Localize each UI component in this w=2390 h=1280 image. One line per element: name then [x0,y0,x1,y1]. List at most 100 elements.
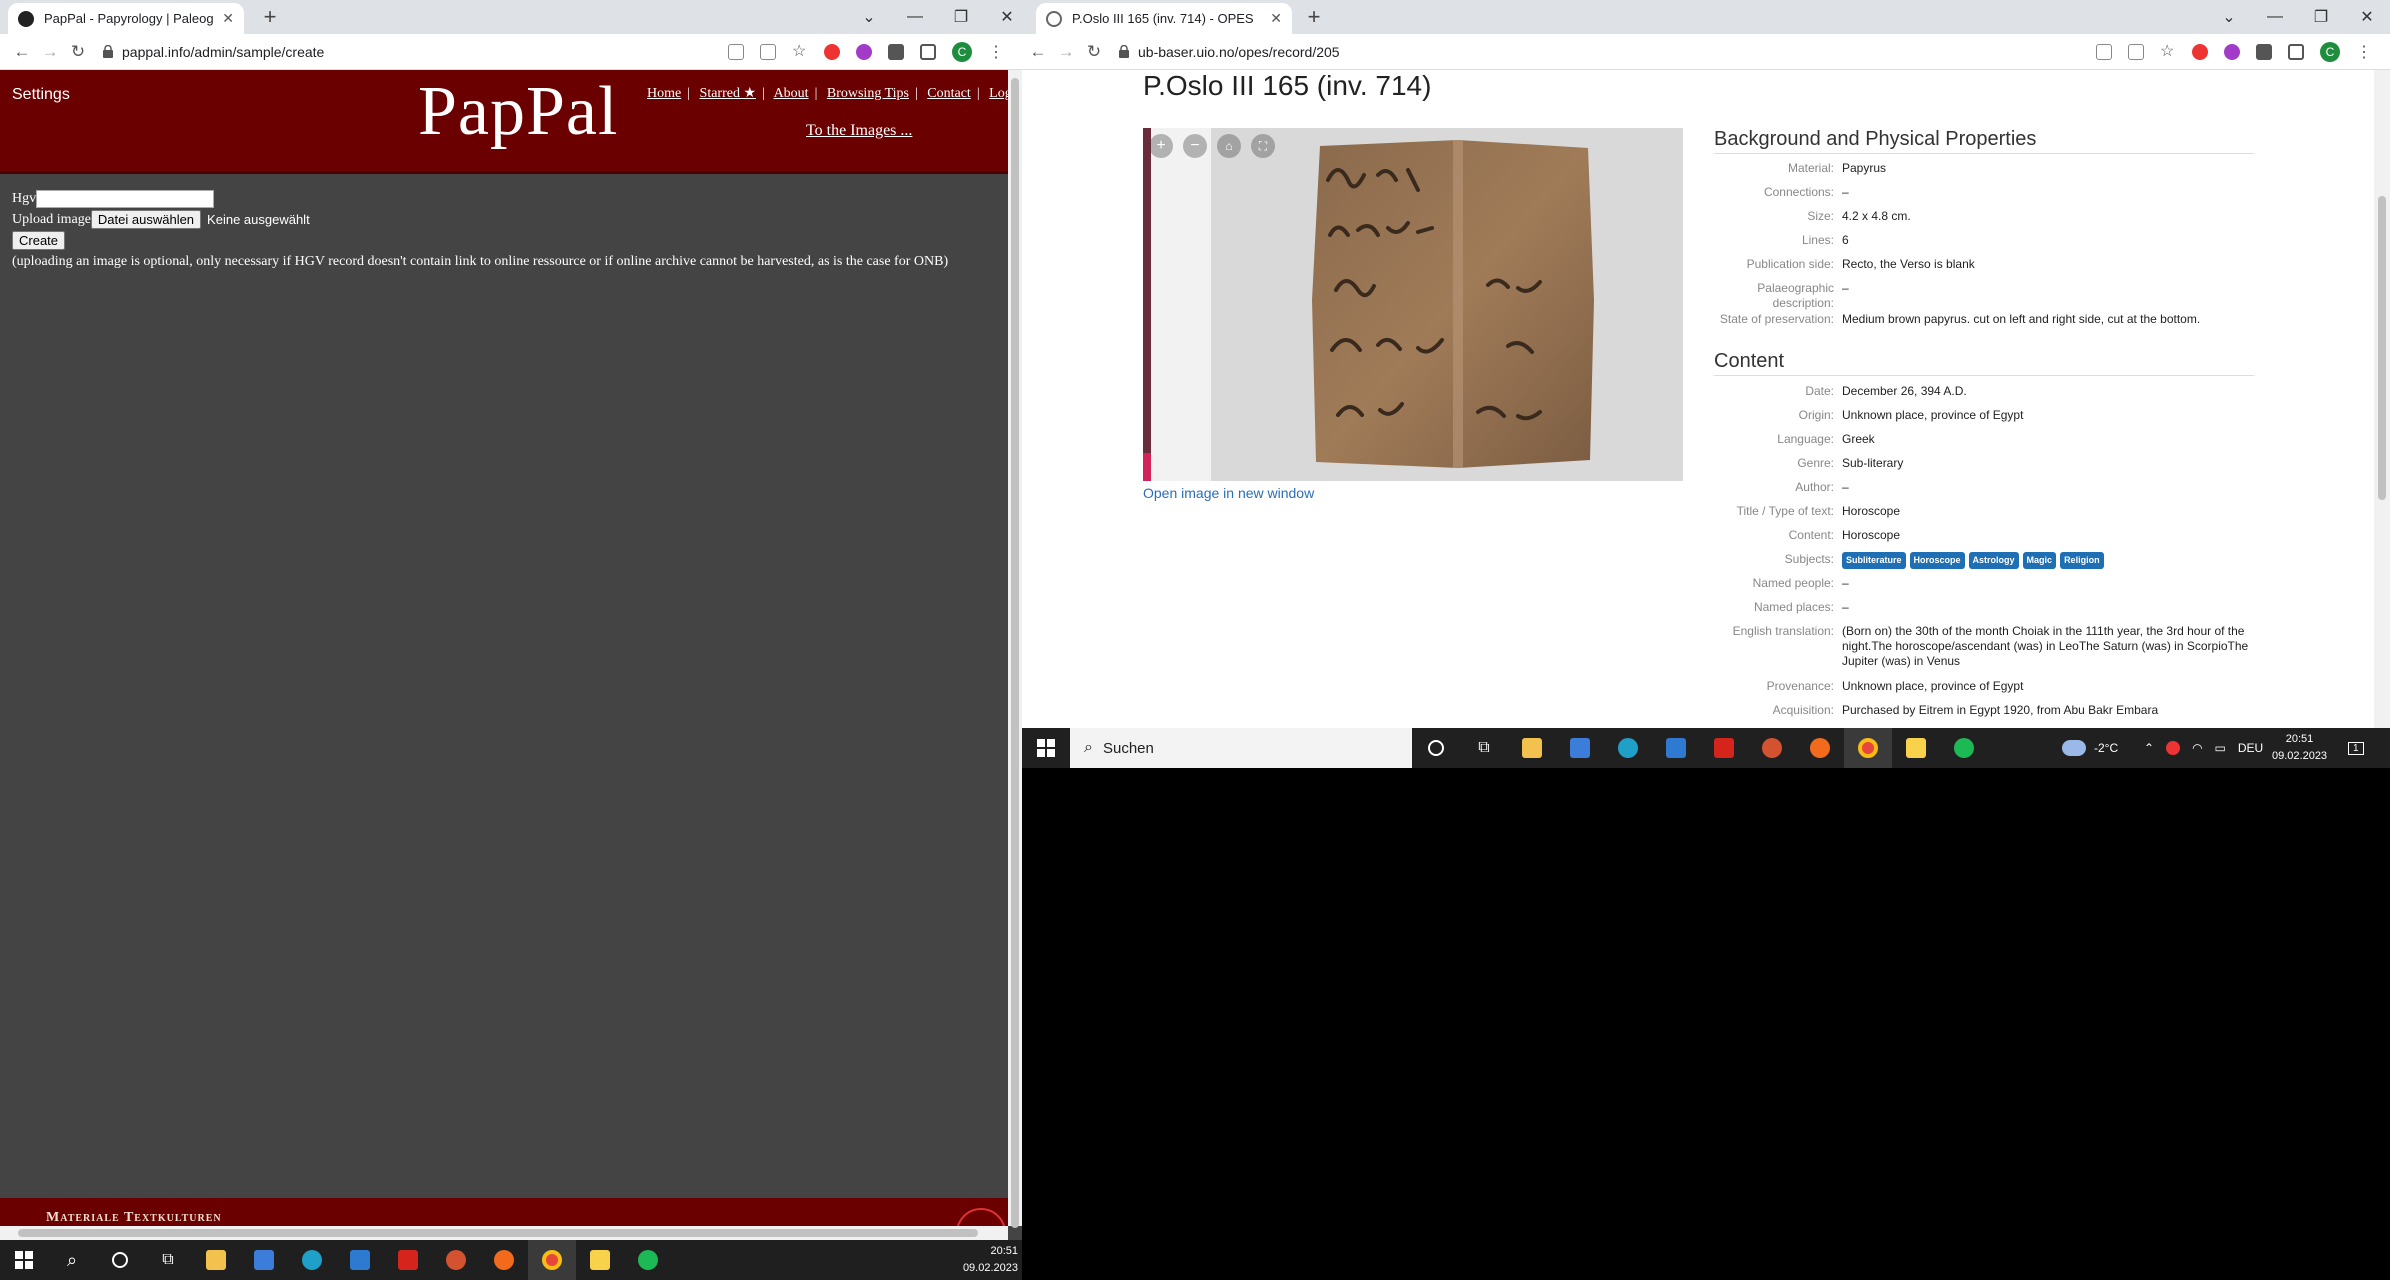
extension-purple-icon[interactable] [856,44,872,60]
restore-icon[interactable]: ❐ [938,7,984,27]
create-button[interactable]: Create [12,231,66,250]
tray-chevron-icon[interactable]: ⌃ [2144,741,2154,755]
taskbar-clock[interactable]: 20:51 09.02.2023 [2272,728,2327,768]
wifi-icon[interactable]: ◠ [2192,741,2202,755]
choose-file-button[interactable]: Datei auswählen [90,210,202,229]
subject-tag[interactable]: Magic [2022,552,2057,569]
forward-icon[interactable]: → [36,42,64,62]
image-viewer[interactable]: + − ⌂ ⛶ [1143,128,1683,481]
zoom-in-icon[interactable]: + [1149,134,1173,158]
task-view-icon[interactable]: ⧉ [1460,728,1508,768]
tab-pappal[interactable]: PapPal - Papyrology | Paleograph ✕ [8,3,244,34]
forward-icon[interactable]: → [1052,42,1080,62]
avatar[interactable]: C [2320,42,2340,62]
menu-dots-icon[interactable]: ⋮ [988,42,1004,62]
puzzle-icon[interactable] [2256,44,2272,60]
home-icon[interactable]: ⌂ [1217,134,1241,158]
nav-browsing-tips[interactable]: Browsing Tips [827,86,909,101]
reload-icon[interactable]: ↻ [64,42,92,62]
spotify-icon[interactable] [1940,728,1988,768]
nav-starred[interactable]: Starred ★ [700,86,756,101]
cortana-icon[interactable] [1412,728,1460,768]
extension-purple-icon[interactable] [2224,44,2240,60]
sidepanel-icon[interactable] [2288,44,2304,60]
edge-icon[interactable] [1604,728,1652,768]
to-images-link[interactable]: To the Images ... [806,122,912,140]
mail-icon[interactable] [336,1240,384,1280]
url-field[interactable]: pappal.info/admin/sample/create [122,44,324,60]
vertical-scrollbar[interactable] [2374,70,2390,728]
subject-tag[interactable]: Subliterature [1842,552,1906,569]
star-icon[interactable]: ☆ [2160,44,2176,60]
pappal-logo[interactable]: PapPal [418,72,618,152]
chrome-icon[interactable] [528,1240,576,1280]
reload-icon[interactable]: ↻ [1080,42,1108,62]
nav-contact[interactable]: Contact [927,86,971,101]
firefox-icon[interactable] [480,1240,528,1280]
notes-icon[interactable] [576,1240,624,1280]
window-close-icon[interactable]: ✕ [2344,7,2390,27]
spotify-icon[interactable] [624,1240,672,1280]
taskbar-search-input[interactable]: ⌕ Suchen [1070,728,1412,768]
cortana-icon[interactable] [96,1240,144,1280]
puzzle-icon[interactable] [888,44,904,60]
zoom-out-icon[interactable]: − [1183,134,1207,158]
extension-red-icon[interactable] [2192,44,2208,60]
extension-red-icon[interactable] [824,44,840,60]
restore-icon[interactable]: ❐ [2298,7,2344,27]
battery-icon[interactable]: ▭ [2215,741,2226,755]
nav-about[interactable]: About [774,86,809,101]
language-indicator[interactable]: DEU [2238,741,2263,755]
edge-icon[interactable] [288,1240,336,1280]
horizontal-scrollbar[interactable] [0,1226,1008,1240]
close-icon[interactable]: ✕ [222,10,234,27]
new-tab-icon[interactable]: + [256,4,284,30]
sidepanel-icon[interactable] [920,44,936,60]
start-icon[interactable] [0,1240,48,1280]
window-close-icon[interactable]: ✕ [984,7,1022,27]
close-icon[interactable]: ✕ [1270,10,1282,27]
firefox-icon[interactable] [1796,728,1844,768]
subject-tag[interactable]: Astrology [1968,552,2019,569]
mail-icon[interactable] [1652,728,1700,768]
nav-home[interactable]: Home [647,86,681,101]
acrobat-icon[interactable] [384,1240,432,1280]
fullscreen-icon[interactable]: ⛶ [1251,134,1275,158]
tab-opes[interactable]: P.Oslo III 165 (inv. 714) - OPES ✕ [1036,3,1292,34]
taskbar-clock[interactable]: 20:51 09.02.2023 [963,1243,1018,1277]
weather-widget[interactable]: -2°C [2062,728,2118,768]
store-icon[interactable] [240,1240,288,1280]
open-image-link[interactable]: Open image in new window [1143,485,1314,501]
subject-tag[interactable]: Religion [2060,552,2104,569]
avatar[interactable]: C [952,42,972,62]
subject-tag[interactable]: Horoscope [1909,552,1965,569]
tab-search-chevron-icon[interactable]: ⌄ [2206,7,2252,27]
minimize-icon[interactable]: — [2252,8,2298,26]
settings-link[interactable]: Settings [12,86,70,104]
file-explorer-icon[interactable] [1508,728,1556,768]
footer-text[interactable]: Materiale Textkulturen [46,1210,222,1226]
store-icon[interactable] [1556,728,1604,768]
task-view-icon[interactable]: ⧉ [144,1240,192,1280]
back-icon[interactable]: ← [8,42,36,62]
search-icon[interactable]: ⌕ [48,1240,96,1280]
chrome-icon[interactable] [1844,728,1892,768]
translate-icon[interactable] [2096,44,2112,60]
star-icon[interactable]: ☆ [792,44,808,60]
tab-search-chevron-icon[interactable]: ⌄ [846,7,892,27]
hgv-input[interactable] [36,189,215,208]
powerpoint-icon[interactable] [432,1240,480,1280]
powerpoint-icon[interactable] [1748,728,1796,768]
acrobat-icon[interactable] [1700,728,1748,768]
share-icon[interactable] [2128,44,2144,60]
new-tab-icon[interactable]: + [1300,4,1328,30]
tray-app-icon[interactable] [2166,741,2181,755]
start-icon[interactable] [1022,728,1070,768]
vertical-scrollbar[interactable] [1008,70,1022,1228]
minimize-icon[interactable]: — [892,8,938,26]
file-explorer-icon[interactable] [192,1240,240,1280]
notes-icon[interactable] [1892,728,1940,768]
notification-icon[interactable]: 1 [2348,728,2364,768]
back-icon[interactable]: ← [1024,42,1052,62]
url-field[interactable]: ub-baser.uio.no/opes/record/205 [1138,44,1340,60]
